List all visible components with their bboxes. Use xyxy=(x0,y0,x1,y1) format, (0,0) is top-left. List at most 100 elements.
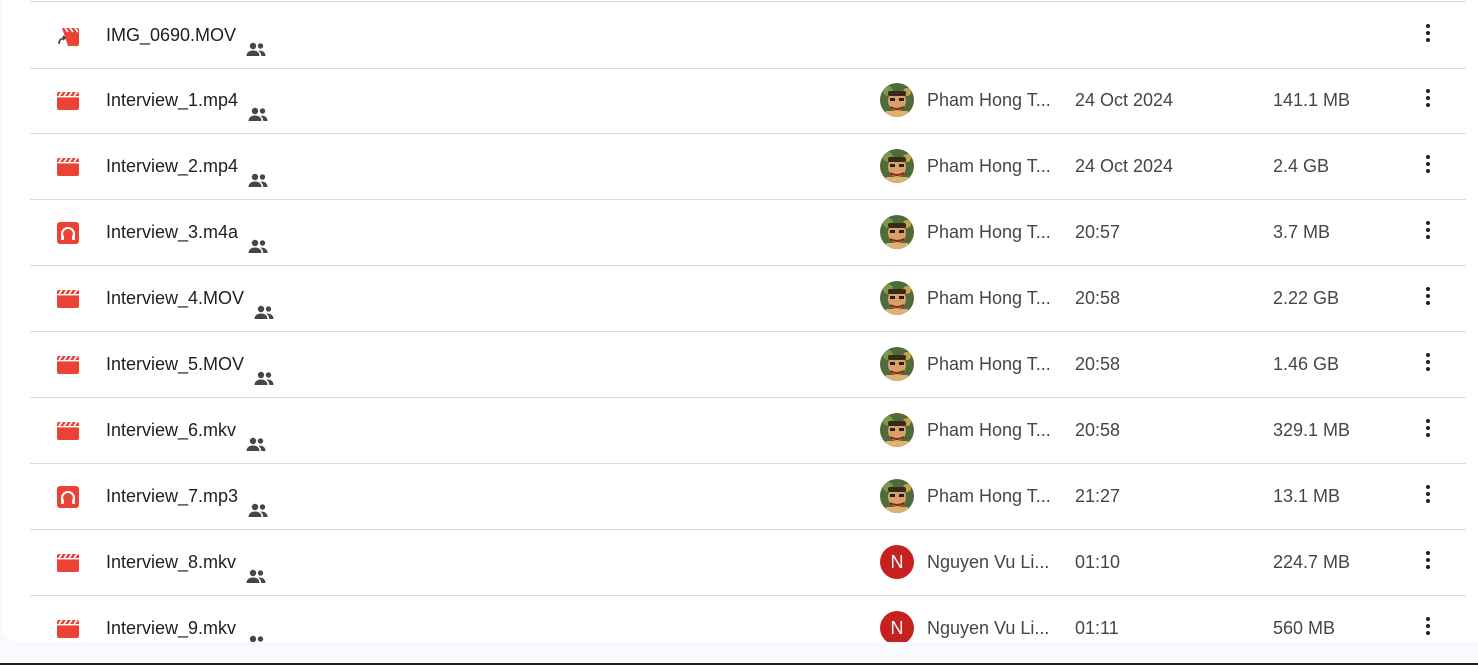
last-modified: 20:58 xyxy=(1075,420,1121,440)
more-actions-button[interactable] xyxy=(1410,544,1446,580)
video-file-icon xyxy=(56,353,80,377)
last-modified: 21:27 xyxy=(1075,486,1121,506)
shared-people-icon xyxy=(246,154,270,187)
video-file-icon xyxy=(56,89,80,113)
owner-name: Pham Hong T... xyxy=(927,420,1051,440)
more-actions-button[interactable] xyxy=(1410,610,1446,642)
file-row[interactable]: Interview_6.mkv Pham Hong T... 20:58 329.1 … xyxy=(30,397,1466,464)
file-name[interactable]: Interview_6.mkv xyxy=(106,397,268,463)
file-size: 224.7 MB xyxy=(1273,552,1351,572)
file-name[interactable]: Interview_2.mp4 xyxy=(106,133,270,199)
shared-people-icon xyxy=(246,220,270,253)
file-name[interactable]: Interview_8.mkv xyxy=(106,529,268,595)
more-vert-icon xyxy=(1416,86,1440,115)
owner-avatar xyxy=(880,479,914,513)
file-size: 141.1 MB xyxy=(1273,90,1351,110)
more-actions-button[interactable] xyxy=(1410,412,1446,448)
file-name[interactable]: Interview_3.m4a xyxy=(106,199,270,265)
more-vert-icon xyxy=(1416,614,1440,643)
owner-name: Pham Hong T... xyxy=(927,90,1051,110)
file-row[interactable]: Interview_2.mp4 Pham Hong T... 24 Oct 2024… xyxy=(30,133,1466,200)
owner-name: Nguyen Vu Li... xyxy=(927,552,1050,572)
file-size: 13.1 MB xyxy=(1273,486,1341,506)
last-modified: 20:58 xyxy=(1075,288,1121,308)
shared-people-icon xyxy=(246,88,270,121)
more-actions-button[interactable] xyxy=(1410,214,1446,250)
more-actions-button[interactable] xyxy=(1410,346,1446,382)
file-name-label: Interview_6.mkv xyxy=(106,420,237,440)
shared-people-icon xyxy=(246,484,270,517)
file-row[interactable]: Interview_4.MOV Pham Hong T... 20:58 2.22 G… xyxy=(30,265,1466,332)
more-vert-icon xyxy=(1416,21,1440,50)
last-modified: 24 Oct 2024 xyxy=(1075,90,1174,110)
file-name[interactable]: Interview_5.MOV xyxy=(106,331,276,397)
owner-avatar xyxy=(880,215,914,249)
file-row[interactable]: Interview_1.mp4 Pham Hong T... 24 Oct 2024… xyxy=(30,67,1466,134)
owner-name: Pham Hong T... xyxy=(927,486,1051,506)
file-name-label: Interview_7.mp3 xyxy=(106,486,239,506)
file-name-label: IMG_0690.MOV xyxy=(106,25,237,45)
more-actions-button[interactable] xyxy=(1410,148,1446,184)
video-shortcut-icon xyxy=(56,24,80,48)
shared-people-icon xyxy=(252,352,276,385)
owner-name: Nguyen Vu Li... xyxy=(927,618,1050,638)
file-name[interactable]: Interview_7.mp3 xyxy=(106,463,270,529)
more-actions-button[interactable] xyxy=(1410,82,1446,118)
last-modified: 01:11 xyxy=(1075,618,1119,638)
more-actions-button[interactable] xyxy=(1410,280,1446,316)
file-name-label: Interview_5.MOV xyxy=(106,354,245,374)
file-size: 2.4 GB xyxy=(1273,156,1330,176)
more-vert-icon xyxy=(1416,350,1440,379)
file-name-label: Interview_2.mp4 xyxy=(106,156,239,176)
file-size: 3.7 MB xyxy=(1273,222,1331,242)
file-name-label: Interview_4.MOV xyxy=(106,288,245,308)
file-list-panel: IMG_0690.MOV Interview_1.mp4 Pham Hong T..… xyxy=(2,0,1478,642)
owner-avatar xyxy=(880,281,914,315)
shared-people-icon xyxy=(244,23,268,56)
file-row[interactable]: Interview_5.MOV Pham Hong T... 20:58 1.46 G… xyxy=(30,331,1466,398)
file-size: 1.46 GB xyxy=(1273,354,1340,374)
file-row[interactable]: Interview_9.mkv N Nguyen Vu Li... 01:11 560 … xyxy=(30,595,1466,642)
last-modified: 20:58 xyxy=(1075,354,1121,374)
last-modified: 01:10 xyxy=(1075,552,1121,572)
file-row[interactable]: Interview_8.mkv N Nguyen Vu Li... 01:10 224.… xyxy=(30,529,1466,596)
file-row[interactable]: IMG_0690.MOV xyxy=(30,1,1466,69)
owner-avatar: N xyxy=(880,545,914,579)
file-size: 329.1 MB xyxy=(1273,420,1351,440)
video-file-icon xyxy=(56,419,80,443)
more-vert-icon xyxy=(1416,284,1440,313)
file-name[interactable]: Interview_1.mp4 xyxy=(106,67,270,133)
file-name-label: Interview_3.m4a xyxy=(106,222,239,242)
file-name[interactable]: Interview_9.mkv xyxy=(106,595,268,642)
more-actions-button[interactable] xyxy=(1410,17,1446,53)
last-modified: 24 Oct 2024 xyxy=(1075,156,1174,176)
shared-people-icon xyxy=(252,286,276,319)
more-vert-icon xyxy=(1416,152,1440,181)
owner-avatar xyxy=(880,413,914,447)
file-size: 2.22 GB xyxy=(1273,288,1340,308)
file-size: 560 MB xyxy=(1273,618,1336,638)
video-file-icon xyxy=(56,617,80,641)
last-modified: 20:57 xyxy=(1075,222,1121,242)
more-actions-button[interactable] xyxy=(1410,478,1446,514)
shared-people-icon xyxy=(244,616,268,642)
video-file-icon xyxy=(56,551,80,575)
file-name[interactable]: Interview_4.MOV xyxy=(106,265,276,331)
file-name-label: Interview_8.mkv xyxy=(106,552,237,572)
owner-avatar xyxy=(880,347,914,381)
owner-name: Pham Hong T... xyxy=(927,222,1051,242)
file-row[interactable]: Interview_3.m4a Pham Hong T... 20:57 3.7 MB xyxy=(30,199,1466,266)
shared-people-icon xyxy=(244,550,268,583)
audio-file-icon xyxy=(56,485,80,509)
owner-name: Pham Hong T... xyxy=(927,288,1051,308)
more-vert-icon xyxy=(1416,218,1440,247)
more-vert-icon xyxy=(1416,482,1440,511)
video-file-icon xyxy=(56,155,80,179)
owner-avatar xyxy=(880,149,914,183)
owner-avatar xyxy=(880,83,914,117)
more-vert-icon xyxy=(1416,548,1440,577)
more-vert-icon xyxy=(1416,416,1440,445)
file-row[interactable]: Interview_7.mp3 Pham Hong T... 21:27 13.1 M… xyxy=(30,463,1466,530)
file-name[interactable]: IMG_0690.MOV xyxy=(106,2,268,68)
owner-name xyxy=(927,2,1067,68)
